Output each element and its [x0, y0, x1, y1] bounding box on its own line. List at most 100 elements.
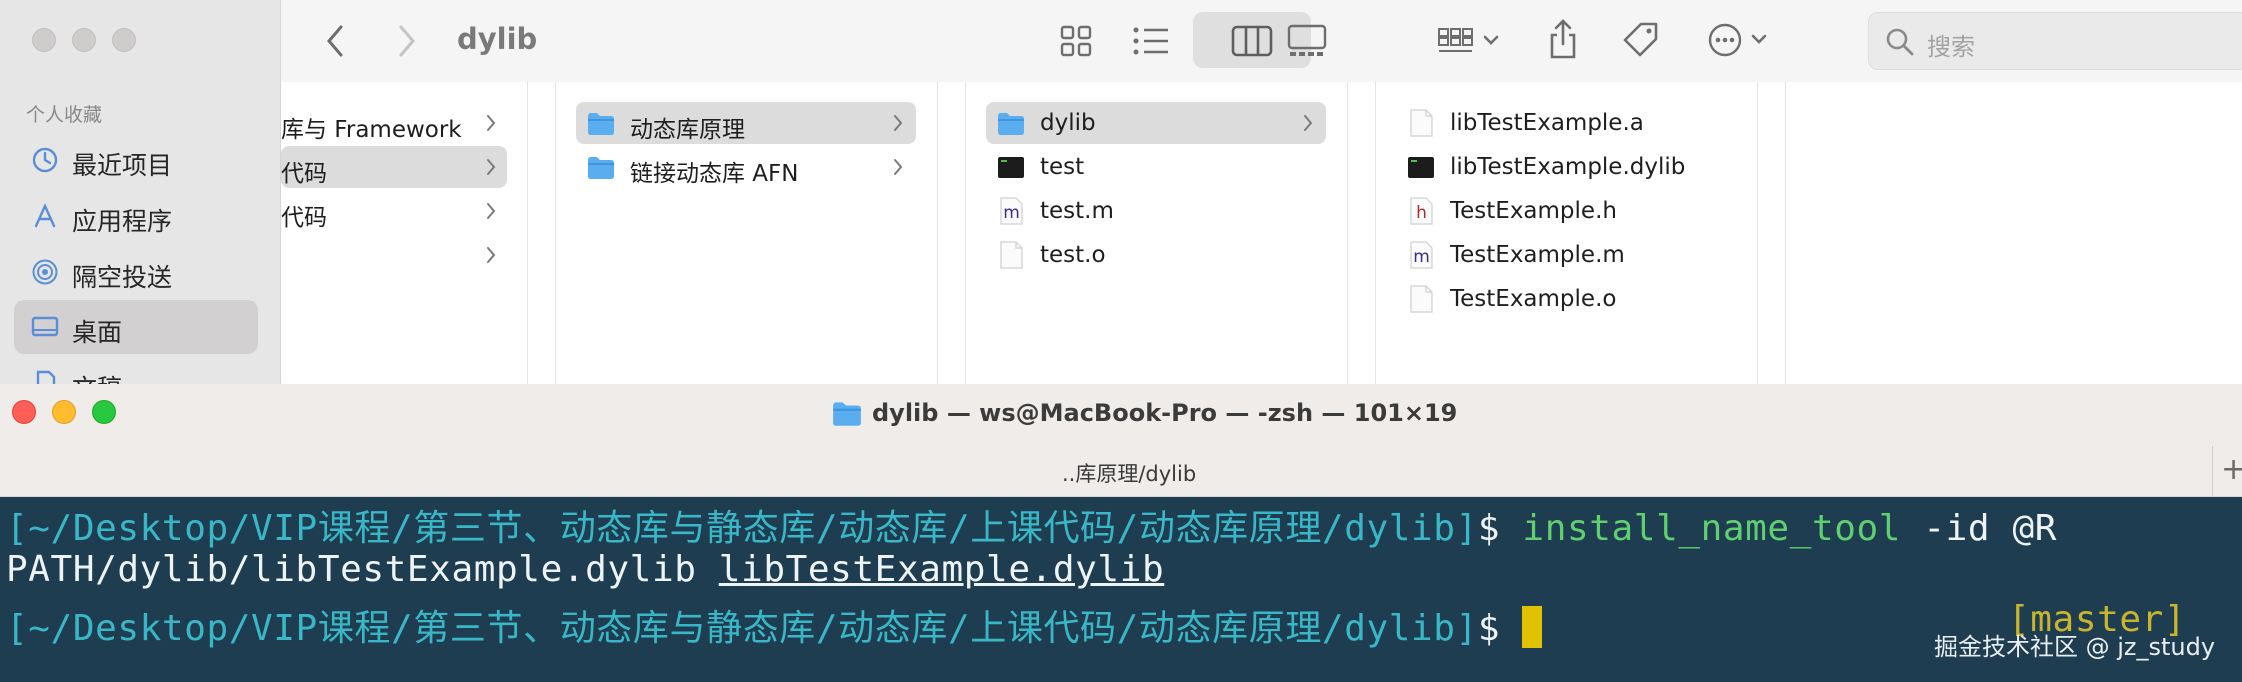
minimize-button[interactable] — [52, 400, 76, 424]
svg-text:m: m — [1003, 203, 1020, 223]
tag-icon[interactable] — [1621, 20, 1661, 60]
forward-icon[interactable] — [397, 24, 417, 58]
command-args: -id @R — [1901, 508, 2057, 549]
desktop-icon — [31, 316, 59, 337]
folder-icon — [588, 113, 614, 135]
column-view-icon — [1231, 25, 1273, 57]
prompt-symbol: $ — [1477, 608, 1501, 649]
executable-icon — [998, 157, 1024, 178]
list-item[interactable]: m test.m — [986, 190, 1326, 232]
list-item[interactable]: test — [986, 146, 1326, 188]
chevron-right-icon — [894, 115, 903, 131]
list-item[interactable]: 动态库原理 — [576, 102, 916, 144]
terminal-line-1: [~/Desktop/VIP课程/第三节、动态库与静态库/动态库/上课代码/动态… — [6, 499, 2057, 551]
terminal-title: dylib — ws@MacBook-Pro — -zsh — 101×19 — [872, 399, 1458, 427]
sidebar-item-documents[interactable]: 文稿 — [14, 356, 258, 384]
list-item[interactable]: h TestExample.h — [1396, 190, 1736, 232]
list-item[interactable] — [281, 234, 507, 276]
terminal-line-3: [~/Desktop/VIP课程/第三节、动态库与静态库/动态库/上课代码/动态… — [6, 599, 1543, 651]
sidebar-heading-favorites: 个人收藏 — [26, 104, 103, 126]
list-item[interactable]: 代码 — [281, 190, 507, 232]
close-button[interactable] — [12, 400, 36, 424]
executable-icon — [1408, 157, 1434, 178]
applications-icon — [34, 203, 56, 228]
sidebar-item-airdrop[interactable]: 隔空投送 — [14, 245, 258, 299]
zoom-button[interactable] — [92, 400, 116, 424]
terminal-output[interactable]: [~/Desktop/VIP课程/第三节、动态库与静态库/动态库/上课代码/动态… — [0, 497, 2242, 682]
browser-column-3: dylib test m test.m test.o — [966, 82, 1348, 384]
file-icon — [1410, 285, 1433, 313]
gallery-view-icon[interactable] — [1287, 24, 1327, 58]
chevron-right-icon — [894, 159, 903, 175]
sidebar-item-label: 应用程序 — [72, 207, 173, 236]
command-file-arg: libTestExample.dylib — [718, 549, 1165, 590]
command-args-continued: PATH/dylib/libTestExample.dylib — [6, 549, 719, 590]
folder-icon — [833, 402, 861, 426]
finder-window: 个人收藏 最近项目 应用程序 隔空投送 桌面 文稿 dylib — [0, 0, 2242, 384]
search-icon — [1886, 28, 1914, 56]
folder-icon — [588, 157, 614, 179]
group-by-icon[interactable] — [1437, 26, 1501, 56]
browser-column-5 — [1786, 82, 2242, 384]
list-item[interactable]: libTestExample.dylib — [1396, 146, 1736, 188]
column-divider — [1348, 82, 1376, 384]
browser-column-1: 库与 Framework 代码 代码 — [281, 82, 528, 384]
source-m-file-icon: m — [1000, 197, 1023, 225]
share-icon[interactable] — [1547, 18, 1579, 60]
zoom-button[interactable] — [112, 28, 136, 52]
chevron-right-icon — [1304, 115, 1313, 131]
minimize-button[interactable] — [72, 28, 96, 52]
chevron-right-icon — [487, 159, 496, 175]
command-name: install_name_tool — [1522, 508, 1902, 549]
prompt-path: [~/Desktop/VIP课程/第三节、动态库与静态库/动态库/上课代码/动态… — [6, 508, 1478, 549]
svg-text:m: m — [1413, 247, 1430, 267]
sidebar-item-applications[interactable]: 应用程序 — [14, 189, 258, 243]
sidebar-item-label: 最近项目 — [72, 151, 173, 180]
more-actions-icon[interactable] — [1707, 22, 1771, 58]
list-item[interactable]: 代码 — [281, 146, 507, 188]
close-button[interactable] — [32, 28, 56, 52]
new-tab-button[interactable]: + — [2212, 446, 2242, 496]
list-item[interactable]: 链接动态库 AFN — [576, 146, 916, 188]
icon-view-icon[interactable] — [1059, 24, 1093, 58]
back-icon[interactable] — [325, 24, 345, 58]
list-item[interactable]: libTestExample.a — [1396, 102, 1736, 144]
folder-icon — [998, 113, 1024, 135]
plus-icon: + — [2221, 452, 2242, 487]
terminal-tab[interactable]: ..库原理/dylib — [0, 446, 2212, 496]
airdrop-icon — [32, 259, 58, 285]
terminal-titlebar: dylib — ws@MacBook-Pro — -zsh — 101×19 .… — [0, 384, 2242, 497]
search-field[interactable]: 搜索 — [1868, 12, 2242, 70]
terminal-cursor — [1522, 606, 1543, 648]
column-divider — [938, 82, 966, 384]
list-item[interactable]: TestExample.o — [1396, 278, 1736, 320]
terminal-window: dylib — ws@MacBook-Pro — -zsh — 101×19 .… — [0, 384, 2242, 682]
sidebar-item-desktop[interactable]: 桌面 — [14, 300, 258, 354]
sidebar-item-label: 桌面 — [72, 318, 123, 347]
tab-label: ..库原理/dylib — [1062, 462, 1197, 486]
sidebar-item-recents[interactable]: 最近项目 — [14, 133, 258, 187]
list-item[interactable]: m TestExample.m — [1396, 234, 1736, 276]
finder-toolbar: dylib 搜索 — [281, 0, 2242, 83]
list-item[interactable]: test.o — [986, 234, 1326, 276]
file-icon — [1000, 241, 1023, 269]
list-item[interactable]: 库与 Framework — [281, 102, 507, 144]
header-h-file-icon: h — [1410, 197, 1433, 225]
prompt-symbol: $ — [1477, 508, 1501, 549]
sidebar-item-label: 隔空投送 — [72, 263, 173, 292]
column-divider — [528, 82, 556, 384]
list-item[interactable]: dylib — [986, 102, 1326, 144]
clock-icon — [32, 147, 58, 173]
sidebar-item-label: 文稿 — [72, 369, 122, 384]
search-placeholder: 搜索 — [1927, 33, 1975, 61]
svg-text:h: h — [1416, 203, 1427, 223]
browser-column-2: 动态库原理 链接动态库 AFN — [556, 82, 938, 384]
list-view-icon[interactable] — [1131, 24, 1171, 58]
chevron-right-icon — [487, 115, 496, 131]
window-title: dylib — [457, 22, 538, 56]
document-icon — [36, 370, 56, 384]
terminal-line-2: PATH/dylib/libTestExample.dylib libTestE… — [6, 549, 1164, 590]
chevron-right-icon — [487, 203, 496, 219]
prompt-path: [~/Desktop/VIP课程/第三节、动态库与静态库/动态库/上课代码/动态… — [6, 608, 1478, 649]
file-icon — [1410, 109, 1433, 137]
